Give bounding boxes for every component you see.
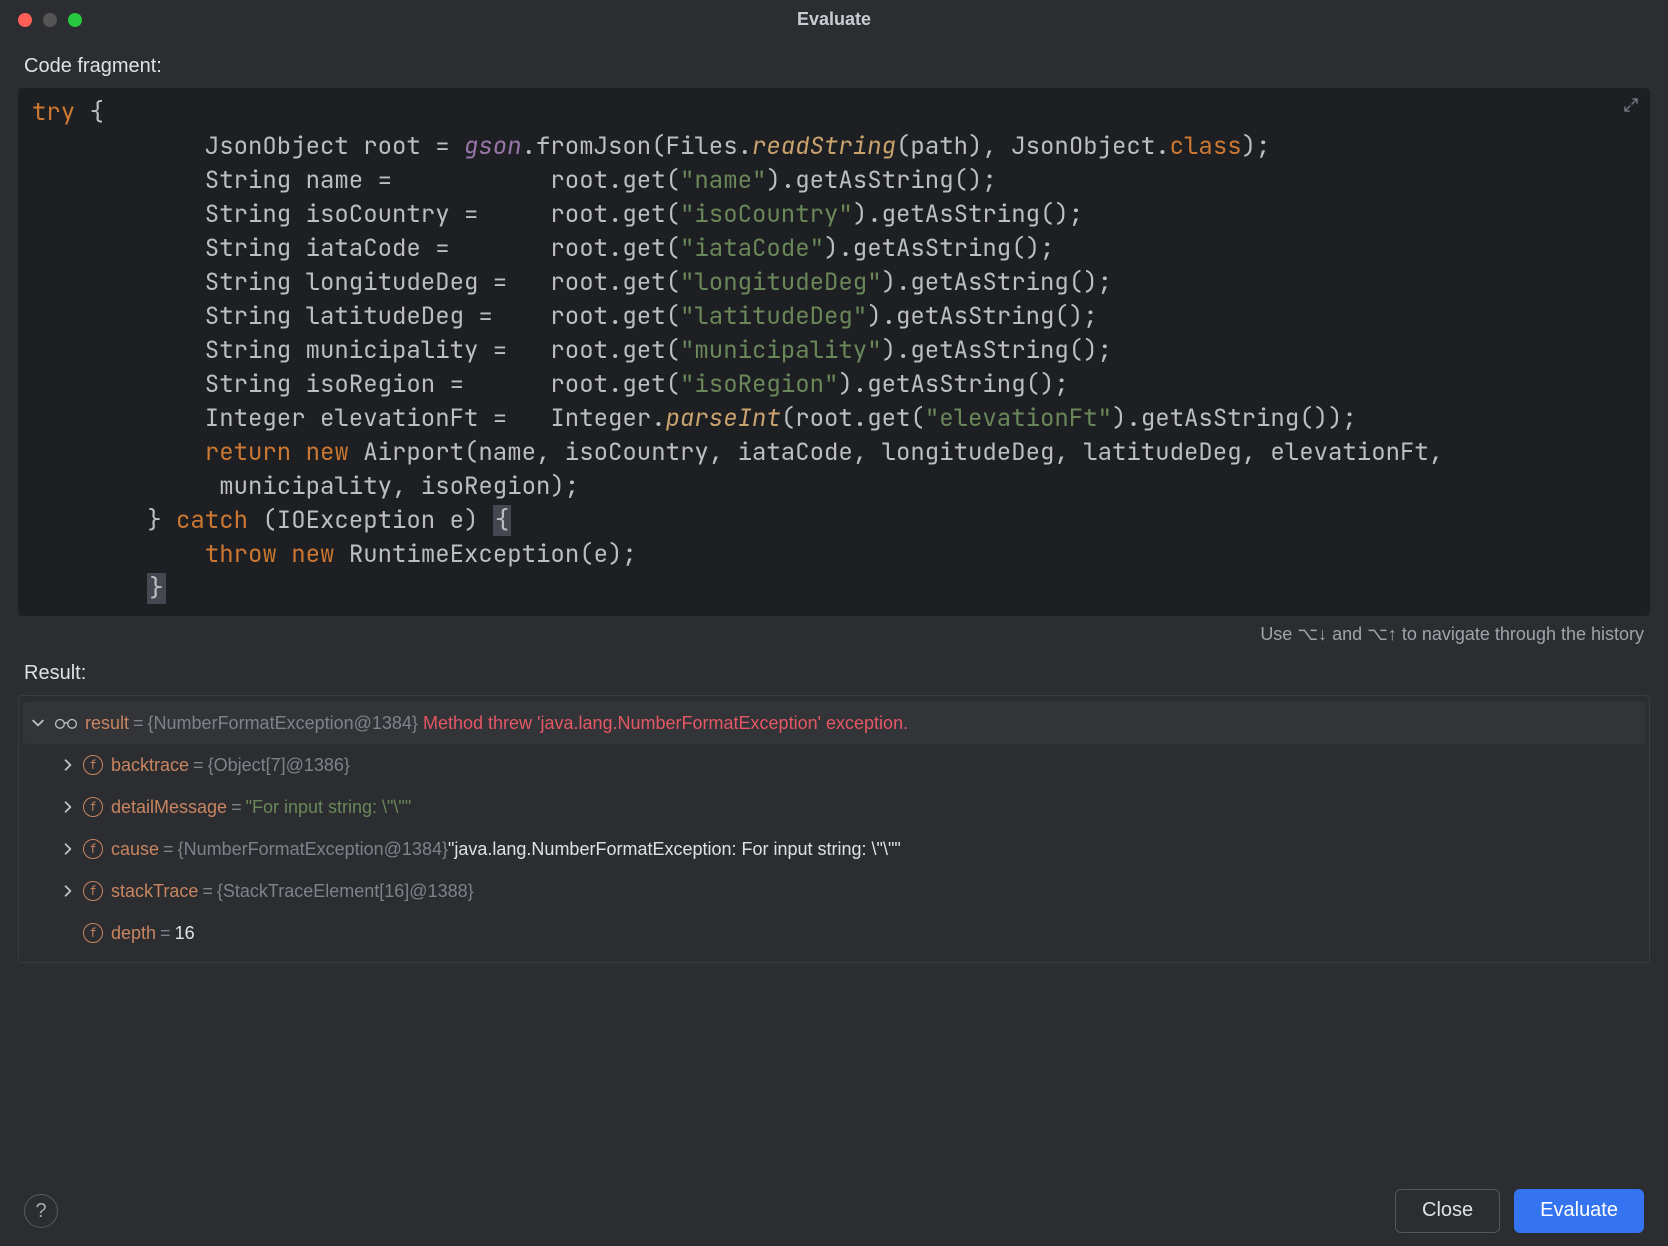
history-hint: Use ⌥↓ and ⌥↑ to navigate through the hi… <box>24 622 1644 647</box>
chevron-right-icon[interactable] <box>59 840 77 858</box>
equals-sign: = <box>160 921 171 946</box>
result-root-type: {NumberFormatException@1384} <box>148 711 418 736</box>
result-field-row[interactable]: fcause = {NumberFormatException@1384} "j… <box>23 828 1645 870</box>
field-name: depth <box>111 921 156 946</box>
close-button[interactable]: Close <box>1395 1189 1500 1233</box>
code-fragment-editor[interactable]: try { JsonObject root = gson.fromJson(Fi… <box>18 88 1650 616</box>
field-icon: f <box>83 755 103 775</box>
titlebar: Evaluate <box>0 0 1668 40</box>
field-icon: f <box>83 797 103 817</box>
result-root-message: Method threw 'java.lang.NumberFormatExce… <box>423 711 908 736</box>
field-name: cause <box>111 837 159 862</box>
equals-sign: = <box>193 753 204 778</box>
code-text[interactable]: try { JsonObject root = gson.fromJson(Fi… <box>32 96 1636 606</box>
field-name: detailMessage <box>111 795 227 820</box>
field-value: 16 <box>175 921 195 946</box>
result-field-row[interactable]: f detailMessage = "For input string: \"\"… <box>23 786 1645 828</box>
chevron-placeholder <box>59 924 77 942</box>
result-field-row[interactable]: f backtrace = {Object[7]@1386} <box>23 744 1645 786</box>
equals-sign: = <box>202 879 213 904</box>
chevron-right-icon[interactable] <box>59 882 77 900</box>
field-name: backtrace <box>111 753 189 778</box>
equals-sign: = <box>163 837 174 862</box>
result-tree[interactable]: result = {NumberFormatException@1384} Me… <box>18 695 1650 963</box>
dialog-footer: ? Close Evaluate <box>0 1174 1668 1246</box>
chevron-right-icon[interactable] <box>59 798 77 816</box>
chevron-right-icon[interactable] <box>59 756 77 774</box>
field-value: "For input string: \"\"" <box>246 795 412 820</box>
result-field-row[interactable]: fdepth = 16 <box>23 912 1645 954</box>
field-recursive-icon: f <box>83 839 103 859</box>
help-button[interactable]: ? <box>24 1194 58 1228</box>
result-label: Result: <box>24 659 1644 687</box>
window-title: Evaluate <box>0 7 1668 32</box>
result-root-name: result <box>85 711 129 736</box>
equals-sign: = <box>231 795 242 820</box>
chevron-down-icon[interactable] <box>29 714 47 732</box>
field-value: {StackTraceElement[16]@1388} <box>217 879 474 904</box>
equals-sign: = <box>133 711 144 736</box>
code-fragment-label: Code fragment: <box>24 52 1644 80</box>
evaluate-button[interactable]: Evaluate <box>1514 1189 1644 1233</box>
result-root-row[interactable]: result = {NumberFormatException@1384} Me… <box>23 702 1645 744</box>
field-value: {Object[7]@1386} <box>208 753 350 778</box>
field-icon: f <box>83 881 103 901</box>
field-icon: f <box>83 923 103 943</box>
field-name: stackTrace <box>111 879 198 904</box>
field-value: {NumberFormatException@1384} <box>178 837 448 862</box>
result-field-row[interactable]: f stackTrace = {StackTraceElement[16]@138… <box>23 870 1645 912</box>
watch-icon <box>53 715 79 731</box>
expand-editor-icon[interactable] <box>1622 96 1640 121</box>
field-value-tail: "java.lang.NumberFormatException: For in… <box>448 837 901 862</box>
